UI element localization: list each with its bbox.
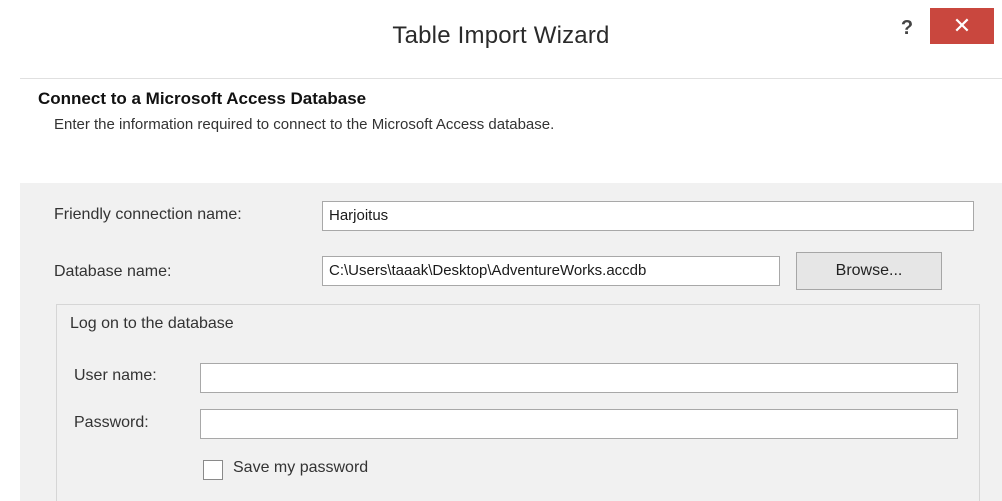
friendly-name-input[interactable]: Harjoitus (322, 201, 974, 231)
close-icon: ✕ (952, 13, 972, 38)
database-name-label: Database name: (54, 263, 172, 280)
user-name-input[interactable] (200, 363, 958, 393)
save-password-label[interactable]: Save my password (233, 459, 368, 477)
database-name-input[interactable]: C:\Users\taaak\Desktop\AdventureWorks.ac… (322, 256, 780, 286)
user-name-label: User name: (74, 367, 157, 384)
wizard-header: Connect to a Microsoft Access Database E… (20, 78, 1002, 184)
window-title: Table Import Wizard (392, 22, 610, 49)
help-button[interactable]: ? (892, 14, 922, 42)
friendly-name-label: Friendly connection name: (54, 206, 242, 223)
page-title: Connect to a Microsoft Access Database (38, 89, 367, 108)
password-label: Password: (74, 414, 149, 431)
close-button[interactable]: ✕ (930, 8, 994, 44)
save-password-checkbox[interactable] (203, 460, 223, 480)
browse-button[interactable]: Browse... (796, 252, 942, 290)
password-input[interactable] (200, 409, 958, 439)
page-description: Enter the information required to connec… (54, 116, 555, 133)
wizard-body: Friendly connection name: Harjoitus Data… (20, 183, 1002, 501)
title-bar: Table Import Wizard ? ✕ (0, 0, 1002, 78)
table-import-wizard-dialog: Table Import Wizard ? ✕ Connect to a Mic… (0, 0, 1002, 501)
logon-group-label: Log on to the database (70, 315, 234, 332)
logon-groupbox (56, 304, 980, 501)
